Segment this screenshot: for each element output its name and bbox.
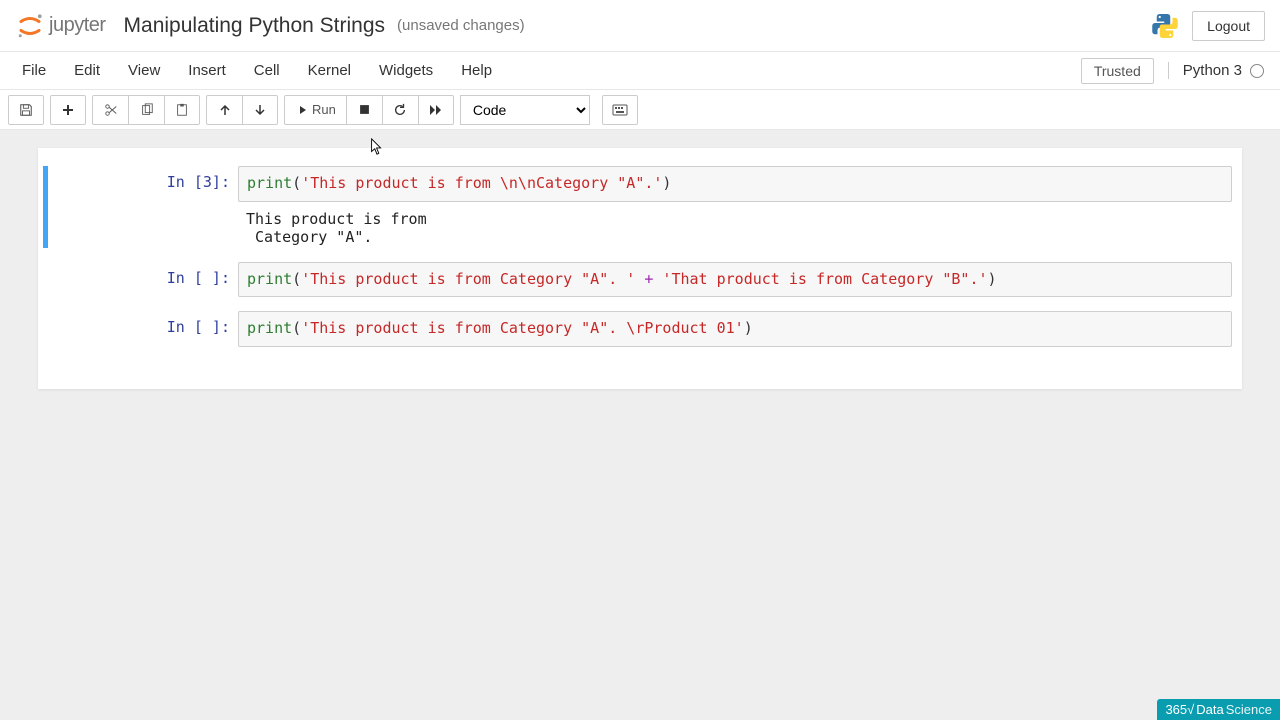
menu-widgets[interactable]: Widgets — [365, 52, 447, 90]
cell-output: This product is from Category "A". — [238, 202, 1232, 248]
play-step-icon — [295, 104, 307, 116]
code-input[interactable]: print('This product is from Category "A"… — [238, 311, 1232, 347]
command-palette-button[interactable] — [602, 95, 638, 125]
watermark-prefix: 365√ — [1165, 702, 1194, 717]
menu-cell[interactable]: Cell — [240, 52, 294, 90]
code-input[interactable]: print('This product is from Category "A"… — [238, 262, 1232, 298]
refresh-icon — [393, 103, 407, 117]
notebook: In [3]: print('This product is from \n\n… — [38, 148, 1242, 389]
plus-icon — [62, 104, 74, 116]
notebook-container: In [3]: print('This product is from \n\n… — [0, 130, 1280, 407]
cell-prompt: In [ ]: — [108, 262, 238, 298]
menu-edit[interactable]: Edit — [60, 52, 114, 90]
watermark-brand: Data — [1196, 702, 1223, 717]
paste-button[interactable] — [164, 95, 200, 125]
notebook-title[interactable]: Manipulating Python Strings — [124, 14, 386, 38]
jupyter-logo[interactable]: jupyter — [15, 11, 106, 41]
code-input[interactable]: print('This product is from \n\nCategory… — [238, 166, 1232, 202]
code-cell[interactable]: In [ ]: print('This product is from Cate… — [48, 311, 1232, 347]
fast-forward-icon — [429, 104, 443, 116]
menu-bar: File Edit View Insert Cell Kernel Widget… — [0, 52, 1280, 90]
jupyter-logo-text: jupyter — [49, 14, 106, 37]
cell-prompt: In [3]: — [108, 166, 238, 248]
run-button[interactable]: Run — [284, 95, 346, 125]
save-status: (unsaved changes) — [397, 17, 525, 34]
keyboard-icon — [612, 104, 628, 116]
arrow-up-icon — [219, 104, 231, 116]
save-icon — [19, 103, 33, 117]
code-cell[interactable]: In [ ]: print('This product is from Cate… — [48, 262, 1232, 298]
menu-file[interactable]: File — [8, 52, 60, 90]
kernel-name: Python 3 — [1183, 62, 1242, 79]
kernel-status-icon — [1250, 64, 1264, 78]
restart-run-all-button[interactable] — [418, 95, 454, 125]
cell-type-select[interactable]: Code — [460, 95, 590, 125]
run-label: Run — [312, 102, 336, 117]
logout-button[interactable]: Logout — [1192, 11, 1265, 41]
copy-button[interactable] — [128, 95, 164, 125]
restart-button[interactable] — [382, 95, 418, 125]
move-up-button[interactable] — [206, 95, 242, 125]
kernel-indicator[interactable]: Python 3 — [1168, 62, 1264, 79]
code-cell[interactable]: In [3]: print('This product is from \n\n… — [43, 166, 1232, 248]
jupyter-icon — [15, 11, 45, 41]
python-icon — [1150, 11, 1180, 41]
trusted-indicator[interactable]: Trusted — [1081, 58, 1154, 84]
menu-insert[interactable]: Insert — [174, 52, 240, 90]
cell-prompt: In [ ]: — [108, 311, 238, 347]
interrupt-button[interactable] — [346, 95, 382, 125]
clipboard-icon — [175, 103, 189, 117]
watermark-brand-suffix: Science — [1226, 702, 1272, 717]
add-cell-button[interactable] — [50, 95, 86, 125]
stop-icon — [359, 104, 370, 115]
save-button[interactable] — [8, 95, 44, 125]
menu-kernel[interactable]: Kernel — [294, 52, 365, 90]
watermark-badge: 365√ DataScience — [1157, 699, 1280, 720]
toolbar: Run Code — [0, 90, 1280, 130]
scissors-icon — [104, 103, 118, 117]
notebook-header: jupyter Manipulating Python Strings (uns… — [0, 0, 1280, 52]
cut-button[interactable] — [92, 95, 128, 125]
move-down-button[interactable] — [242, 95, 278, 125]
menu-view[interactable]: View — [114, 52, 174, 90]
arrow-down-icon — [254, 104, 266, 116]
menu-help[interactable]: Help — [447, 52, 506, 90]
copy-icon — [140, 103, 154, 117]
